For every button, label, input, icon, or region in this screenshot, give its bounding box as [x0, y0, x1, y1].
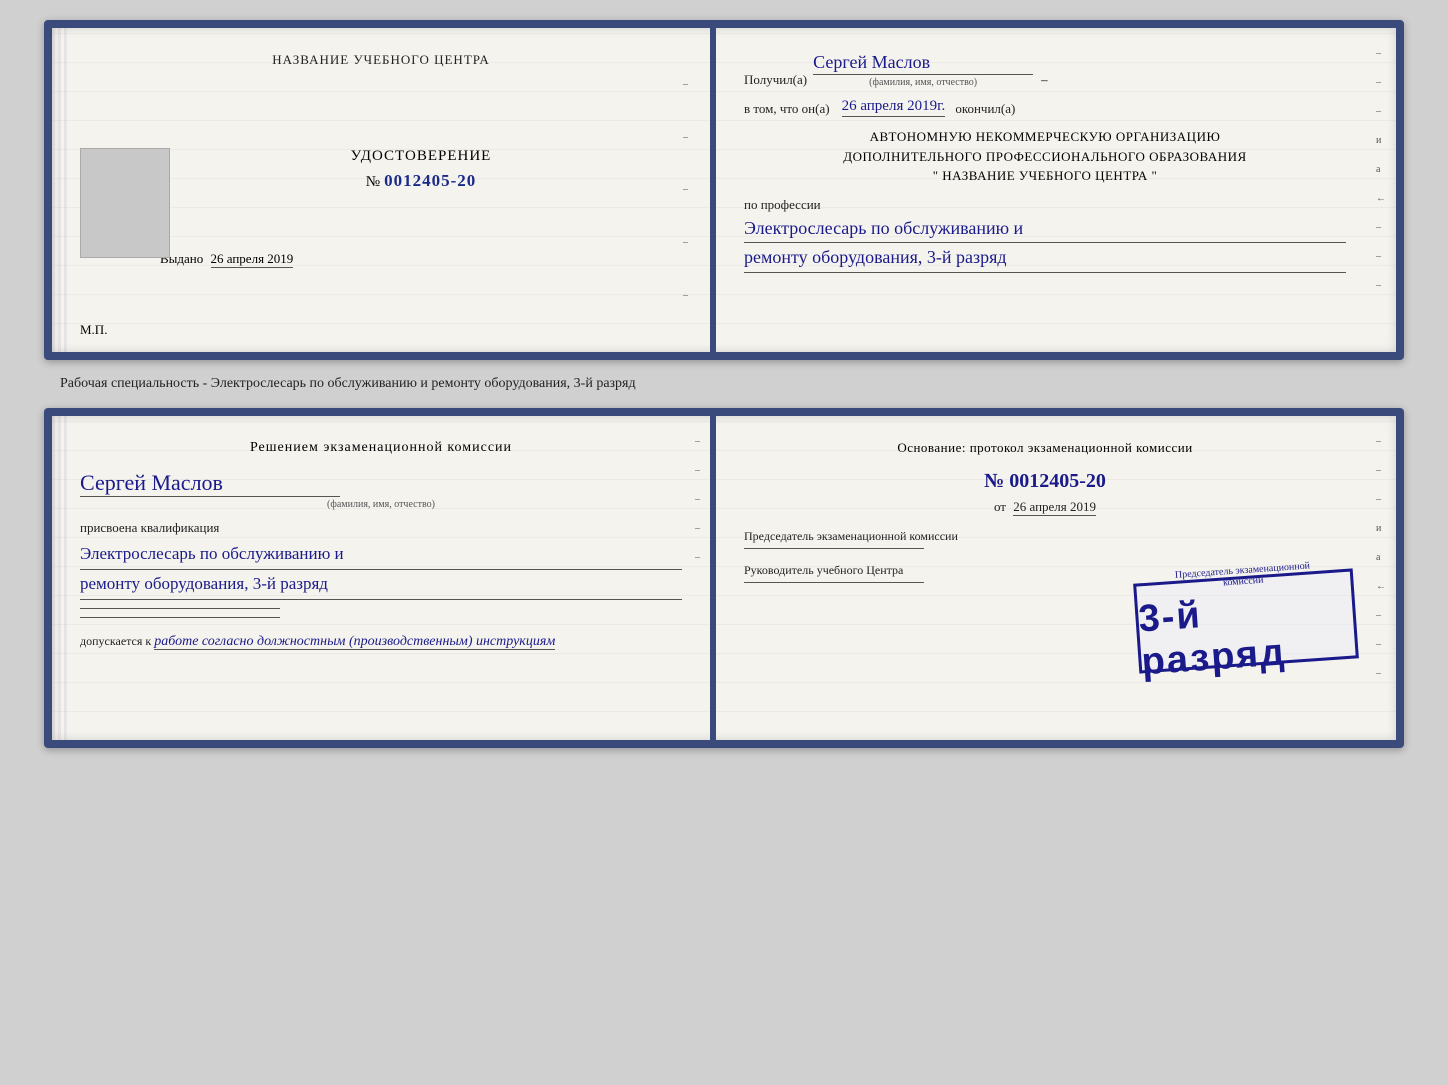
profession-block: по профессии Электрослесарь по обслужива…	[744, 196, 1346, 274]
mp-label: М.П.	[80, 322, 107, 338]
certificate-card-1: НАЗВАНИЕ УЧЕБНОГО ЦЕНТРА УДОСТОВЕРЕНИЕ №…	[44, 20, 1404, 360]
udostoverenie-block: УДОСТОВЕРЕНИЕ № 0012405-20	[160, 148, 682, 191]
name-value: Сергей Маслов	[80, 470, 340, 497]
poluchil-row: Получил(а) Сергей Маслов (фамилия, имя, …	[744, 52, 1346, 88]
ot-label: от	[994, 499, 1006, 514]
poluchil-label: Получил(а)	[744, 72, 807, 88]
card2-number-value: 0012405-20	[1009, 470, 1106, 492]
card2-number-label: №	[984, 470, 1004, 492]
name-block: Сергей Маслов (фамилия, имя, отчество)	[80, 470, 682, 510]
ot-date-block: от 26 апреля 2019	[744, 499, 1346, 515]
dopuskaetsya-value: работе согласно должностным (производств…	[154, 634, 555, 650]
ot-date-value: 26 апреля 2019	[1013, 499, 1096, 516]
photo-placeholder	[80, 148, 170, 258]
predsedatel-sig-line	[744, 548, 924, 549]
stamp-main-text: 3-й разряд	[1137, 584, 1356, 685]
po-professii-label: по профессии	[744, 197, 821, 212]
card2-left-panel: Решением экзаменационной комиссии Сергей…	[52, 416, 710, 740]
rukovoditel-sig-line	[744, 582, 924, 583]
stamp: Председатель экзаменационнойкомиссии 3-й…	[1133, 568, 1359, 673]
okonchil-label: окончил(а)	[955, 101, 1015, 117]
predsedatel-text: Председатель экзаменационной комиссии	[744, 529, 1346, 544]
profession-line1: Электрослесарь по обслуживанию и	[744, 214, 1346, 244]
vtom-row: в том, что он(а) 26 апреля 2019г. окончи…	[744, 98, 1346, 117]
right-ticks-2: – – – и а ← – – –	[1376, 436, 1386, 679]
card1-left-panel: НАЗВАНИЕ УЧЕБНОГО ЦЕНТРА УДОСТОВЕРЕНИЕ №…	[52, 28, 710, 352]
prisvoena-text: присвоена квалификация	[80, 520, 682, 536]
kvalif-line1: Электрослесарь по обслуживанию и	[80, 540, 682, 570]
vtom-date: 26 апреля 2019г.	[842, 98, 946, 117]
name-subtext: (фамилия, имя, отчество)	[80, 499, 682, 510]
vydano-line: Выдано 26 апреля 2019	[160, 251, 682, 267]
number-label-1: №	[366, 174, 380, 190]
block-line3: " НАЗВАНИЕ УЧЕБНОГО ЦЕНТРА "	[744, 166, 1346, 186]
block-line2: ДОПОЛНИТЕЛЬНОГО ПРОФЕССИОНАЛЬНОГО ОБРАЗО…	[744, 147, 1346, 167]
center-title-1: НАЗВАНИЕ УЧЕБНОГО ЦЕНТРА	[80, 52, 682, 68]
osnovanie-title: Основание: протокол экзаменационной коми…	[744, 440, 1346, 456]
between-label: Рабочая специальность - Электрослесарь п…	[20, 376, 1380, 392]
poluchil-value: Сергей Маслов	[813, 52, 1033, 75]
card1-right-panel: Получил(а) Сергей Маслов (фамилия, имя, …	[716, 28, 1396, 352]
vtom-label: в том, что он(а)	[744, 101, 830, 117]
block-text: АВТОНОМНУЮ НЕКОММЕРЧЕСКУЮ ОРГАНИЗАЦИЮ ДО…	[744, 127, 1346, 186]
left-panel-ticks: – – – – –	[695, 436, 700, 563]
vydano-date: 26 апреля 2019	[211, 251, 294, 268]
poluchil-subtext: (фамилия, имя, отчество)	[813, 77, 1033, 88]
certificate-number-1: 0012405-20	[384, 171, 476, 190]
card2-right-panel: Основание: протокол экзаменационной коми…	[716, 416, 1396, 740]
udostoverenie-title: УДОСТОВЕРЕНИЕ	[160, 148, 682, 165]
sig-line-2	[80, 617, 280, 618]
dopuskaetsya-label: допускается к	[80, 634, 151, 648]
sig-line-1	[80, 608, 280, 609]
card2-number: № 0012405-20	[744, 470, 1346, 493]
dopuskaetsya-block: допускается к работе согласно должностны…	[80, 634, 682, 650]
right-ticks-1: – – – и а ← – – –	[1376, 48, 1386, 291]
tick-marks-left: – – – – –	[683, 58, 688, 322]
kvalif-line2: ремонту оборудования, 3-й разряд	[80, 570, 682, 600]
certificate-card-2: Решением экзаменационной комиссии Сергей…	[44, 408, 1404, 748]
profession-line2: ремонту оборудования, 3-й разряд	[744, 243, 1346, 273]
dash-1: –	[1041, 72, 1048, 88]
komissia-title: Решением экзаменационной комиссии	[80, 440, 682, 456]
block-line1: АВТОНОМНУЮ НЕКОММЕРЧЕСКУЮ ОРГАНИЗАЦИЮ	[744, 127, 1346, 147]
